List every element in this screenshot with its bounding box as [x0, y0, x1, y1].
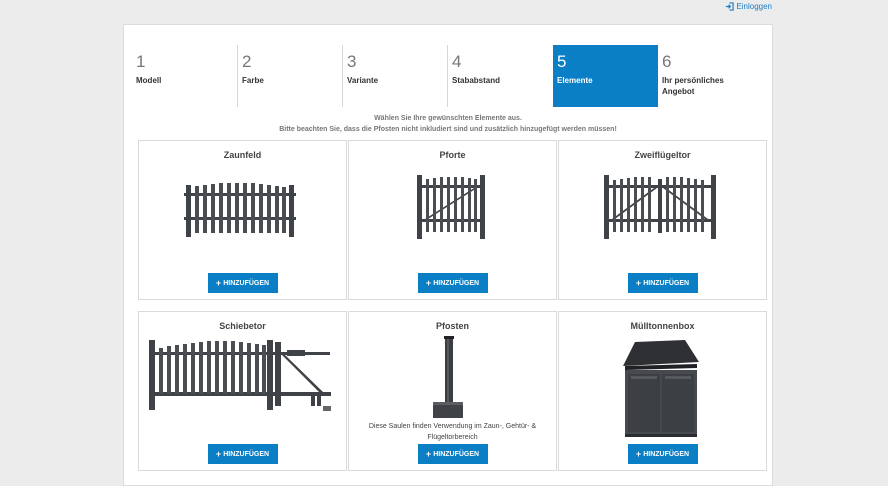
step-angebot[interactable]: 6 Ihr persönliches Angebot — [658, 45, 763, 107]
step-label: Ihr persönliches Angebot — [662, 76, 724, 96]
add-pforte-button[interactable]: + HINZUFÜGEN — [417, 273, 488, 293]
add-button-label: HINZUFÜGEN — [433, 279, 480, 287]
step-progress: 1 Modell 2 Farbe 3 Variante 4 Stababstan… — [136, 45, 766, 107]
step-label: Modell — [136, 76, 162, 85]
plus-icon: + — [215, 448, 222, 459]
plus-icon: + — [215, 277, 222, 288]
add-button-label: HINZUFÜGEN — [643, 279, 690, 287]
add-button-label: HINZUFÜGEN — [643, 450, 690, 458]
sign-in-icon — [726, 1, 735, 11]
step-label: Elemente — [557, 76, 593, 85]
step-number: 3 — [347, 52, 357, 71]
step-number: 2 — [242, 52, 252, 71]
step-number: 5 — [557, 52, 567, 71]
step-number: 4 — [452, 52, 462, 71]
element-title: Schiebetor — [219, 321, 266, 331]
step-label: Farbe — [242, 76, 264, 85]
fence-panel-image — [184, 183, 296, 237]
step-stababstand[interactable]: 4 Stababstand — [447, 45, 552, 107]
element-card-schiebetor: Schiebetor + HINZUFÜGEN — [138, 311, 347, 471]
element-card-pforte: Pforte + HINZUFÜGEN — [348, 140, 557, 300]
element-title: Zaunfeld — [223, 150, 262, 160]
login-link[interactable]: Einloggen — [725, 0, 772, 12]
element-title: Mülltonnenbox — [630, 321, 695, 331]
element-card-zweifluegeltor: Zweiflügeltor + HINZUFÜGEN — [558, 140, 767, 300]
plus-icon: + — [425, 448, 432, 459]
step-number: 6 — [662, 52, 672, 71]
configurator-panel: 1 Modell 2 Farbe 3 Variante 4 Stababstan… — [123, 24, 773, 486]
intro-line-2: Bitte beachten Sie, dass die Pfosten nic… — [279, 126, 617, 133]
element-description: Diese Saulen finden Verwendung im Zaun-,… — [368, 423, 537, 441]
element-title: Pforte — [439, 150, 466, 160]
add-button-label: HINZUFÜGEN — [433, 450, 480, 458]
element-title: Pfosten — [435, 321, 469, 331]
intro-line-1: Wählen Sie Ihre gewünschten Elemente aus… — [374, 115, 522, 122]
add-muelltonnenbox-button[interactable]: + HINZUFÜGEN — [627, 444, 698, 464]
step-modell[interactable]: 1 Modell — [136, 45, 241, 107]
add-pfosten-button[interactable]: + HINZUFÜGEN — [417, 444, 488, 464]
step-variante[interactable]: 3 Variante — [342, 45, 447, 107]
add-schiebetor-button[interactable]: + HINZUFÜGEN — [207, 444, 278, 464]
double-gate-image — [604, 175, 716, 239]
add-zweifluegeltor-button[interactable]: + HINZUFÜGEN — [627, 273, 698, 293]
intro-text: Wählen Sie Ihre gewünschten Elemente aus… — [124, 113, 772, 135]
step-farbe[interactable]: 2 Farbe — [237, 45, 342, 107]
bin-box-image — [623, 340, 699, 437]
element-card-zaunfeld: Zaunfeld + HINZUFÜGEN — [138, 140, 347, 300]
sliding-gate-image — [149, 340, 331, 411]
plus-icon: + — [635, 448, 642, 459]
gate-image — [417, 175, 485, 239]
step-elemente[interactable]: 5 Elemente — [553, 45, 658, 107]
step-label: Stababstand — [452, 76, 501, 85]
plus-icon: + — [425, 277, 432, 288]
add-button-label: HINZUFÜGEN — [223, 450, 270, 458]
step-label: Variante — [347, 76, 379, 85]
step-number: 1 — [136, 52, 146, 71]
element-card-pfosten: Pfosten Diese Saulen finden Verwendung i… — [348, 311, 557, 471]
element-card-muelltonnenbox: Mülltonnenbox + HINZUFÜGEN — [558, 311, 767, 471]
plus-icon: + — [635, 277, 642, 288]
post-image — [433, 336, 463, 418]
add-zaunfeld-button[interactable]: + HINZUFÜGEN — [207, 273, 278, 293]
element-title: Zweiflügeltor — [634, 150, 691, 160]
add-button-label: HINZUFÜGEN — [223, 279, 270, 287]
login-label: Einloggen — [736, 1, 772, 11]
